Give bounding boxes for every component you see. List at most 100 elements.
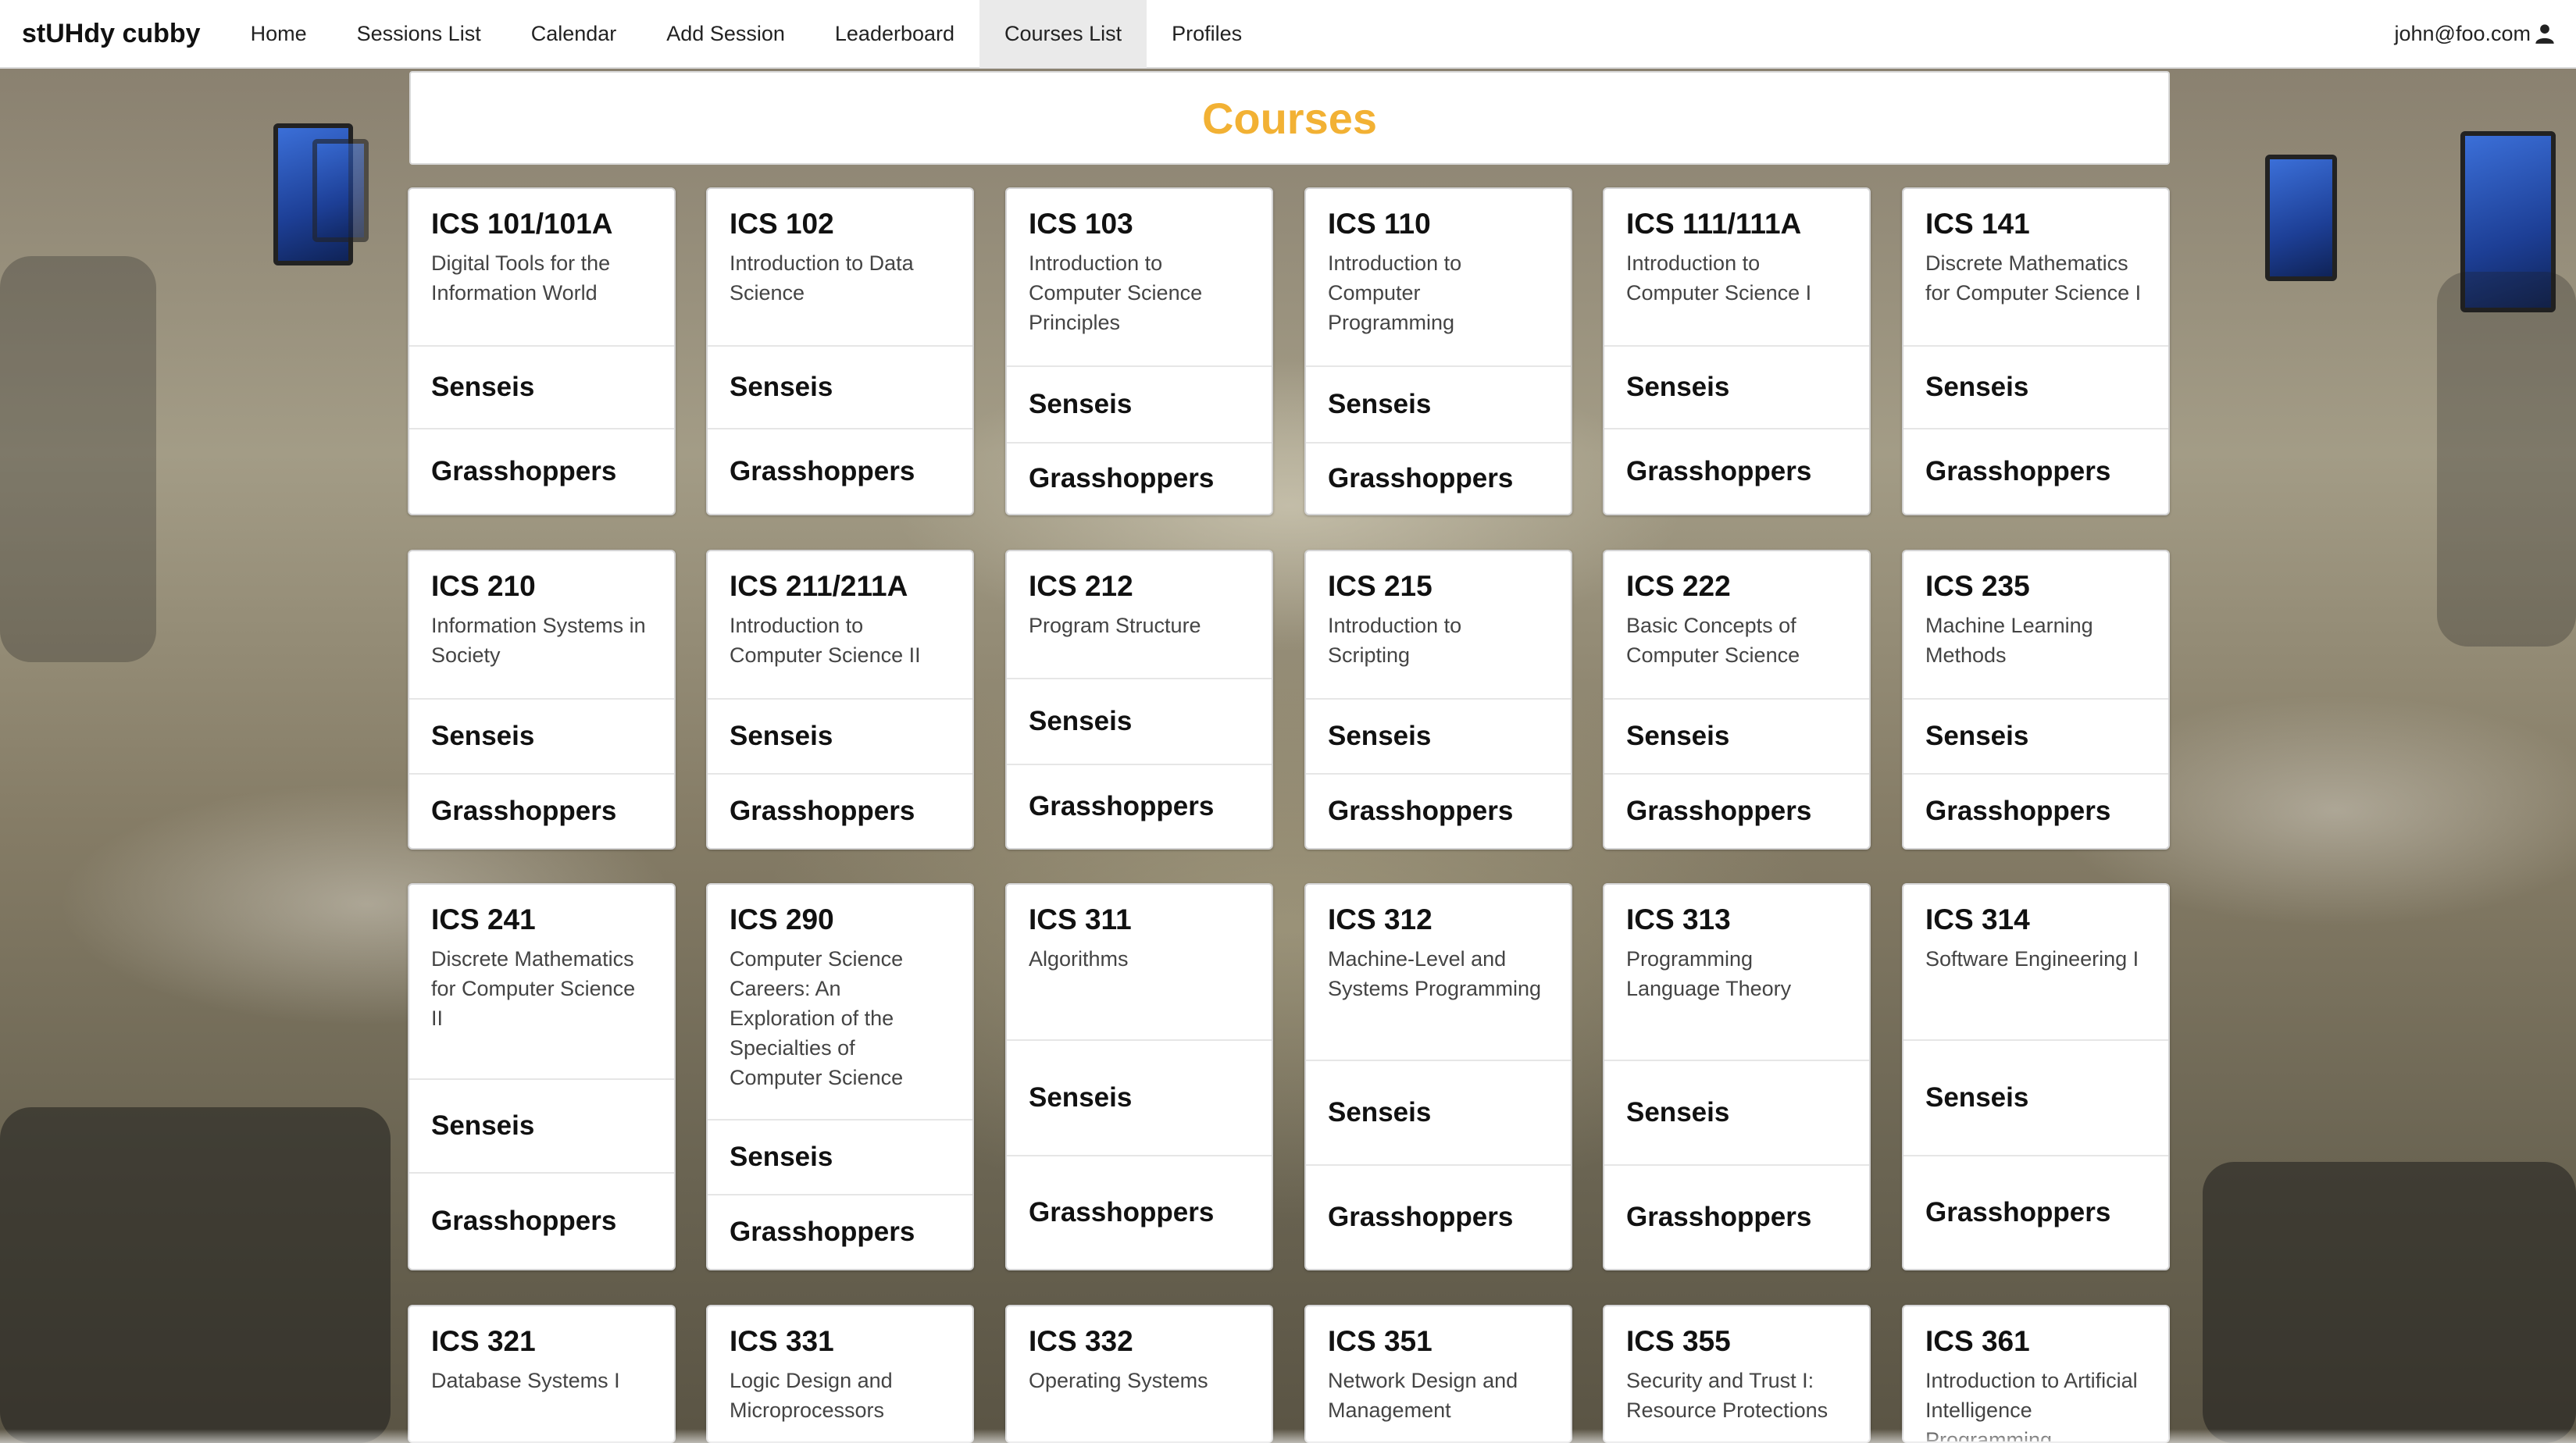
senseis-label: Senseis [1604,700,1869,775]
course-code: ICS 355 [1626,1325,1731,1357]
course-card[interactable]: ICS 361 Introduction to Artificial Intel… [1902,1305,2170,1443]
course-code: ICS 212 [1029,570,1133,602]
grasshoppers-label: Grasshoppers [1626,456,1812,486]
senseis-label: Senseis [1604,1061,1869,1166]
course-code: ICS 312 [1328,903,1432,935]
course-code: ICS 210 [431,570,536,602]
course-card[interactable]: ICS 210 Information Systems in Society S… [408,550,676,850]
course-name: Operating Systems [1029,1369,1208,1392]
course-name: Database Systems I [431,1369,620,1392]
grasshoppers-label: Grasshoppers [1626,796,1812,826]
user-icon [2535,24,2554,44]
course-code: ICS 103 [1029,208,1133,240]
top-navbar: stUHdy cubby Home Sessions List Calendar… [0,0,2576,69]
senseis-label: Senseis [409,1080,674,1174]
course-name: Machine Learning Methods [1925,614,2093,667]
course-card[interactable]: ICS 103 Introduction to Computer Science… [1005,187,1273,515]
course-code: ICS 290 [730,903,834,935]
senseis-label: Senseis [1903,1041,2168,1156]
user-email: john@foo.com [2394,21,2531,45]
course-card[interactable]: ICS 211/211A Introduction to Computer Sc… [706,550,974,850]
nav-home[interactable]: Home [226,0,332,68]
course-name: Computer Science Careers: An Exploration… [730,947,904,1089]
course-card[interactable]: ICS 351 Network Design and Management [1304,1305,1572,1443]
nav-profiles[interactable]: Profiles [1147,0,1267,68]
course-card[interactable]: ICS 111/111A Introduction to Computer Sc… [1603,187,1871,515]
course-code: ICS 102 [730,208,834,240]
senseis-label: Senseis [1007,367,1272,444]
grasshoppers-label: Grasshoppers [1328,463,1514,493]
course-name: Basic Concepts of Computer Science [1626,614,1800,667]
course-code: ICS 110 [1328,208,1431,240]
grasshoppers-label: Grasshoppers [1029,791,1215,821]
course-card[interactable]: ICS 215 Introduction to Scripting Sensei… [1304,550,1572,850]
grasshoppers-label: Grasshoppers [730,456,915,486]
grasshoppers-label: Grasshoppers [431,1206,617,1236]
course-code: ICS 332 [1029,1325,1133,1357]
brand-logo[interactable]: stUHdy cubby [22,19,201,49]
course-card[interactable]: ICS 141 Discrete Mathematics for Compute… [1902,187,2170,515]
classroom-background-image [0,69,2576,1443]
senseis-label: Senseis [708,347,972,429]
courses-header: Courses [409,71,2170,165]
course-card[interactable]: ICS 331 Logic Design and Microprocessors [706,1305,974,1443]
course-card[interactable]: ICS 222 Basic Concepts of Computer Scien… [1603,550,1871,850]
course-card[interactable]: ICS 312 Machine-Level and Systems Progra… [1304,883,1572,1270]
grasshoppers-label: Grasshoppers [1328,796,1514,826]
grasshoppers-label: Grasshoppers [730,1217,915,1247]
course-card[interactable]: ICS 101/101A Digital Tools for the Infor… [408,187,676,515]
nav-sessions-list[interactable]: Sessions List [332,0,506,68]
course-card[interactable]: ICS 102 Introduction to Data Science Sen… [706,187,974,515]
course-name: Introduction to Computer Science II [730,614,921,667]
course-code: ICS 215 [1328,570,1432,602]
course-card[interactable]: ICS 235 Machine Learning Methods Senseis… [1902,550,2170,850]
course-code: ICS 361 [1925,1325,2030,1357]
course-code: ICS 111/111A [1626,208,1802,240]
course-code: ICS 311 [1029,903,1132,935]
senseis-label: Senseis [409,700,674,775]
grasshoppers-label: Grasshoppers [730,796,915,826]
course-card[interactable]: ICS 212 Program Structure Senseis Grassh… [1005,550,1273,850]
course-name: Program Structure [1029,614,1201,637]
grasshoppers-label: Grasshoppers [431,796,617,826]
nav-leaderboard[interactable]: Leaderboard [810,0,979,68]
course-card[interactable]: ICS 290 Computer Science Careers: An Exp… [706,883,974,1270]
course-name: Introduction to Computer Programming [1328,251,1462,334]
course-code: ICS 241 [431,903,536,935]
course-code: ICS 331 [730,1325,834,1357]
nav-calendar[interactable]: Calendar [506,0,642,68]
senseis-label: Senseis [1306,700,1571,775]
course-code: ICS 235 [1925,570,2030,602]
senseis-label: Senseis [1903,700,2168,775]
course-name: Introduction to Computer Science Princip… [1029,251,1203,334]
course-card[interactable]: ICS 313 Programming Language Theory Sens… [1603,883,1871,1270]
course-code: ICS 222 [1626,570,1731,602]
senseis-label: Senseis [1604,347,1869,429]
course-card[interactable]: ICS 311 Algorithms Senseis Grasshoppers [1005,883,1273,1270]
senseis-label: Senseis [1007,1041,1272,1156]
course-name: Security and Trust I: Resource Protectio… [1626,1369,1829,1422]
grasshoppers-label: Grasshoppers [1029,463,1215,493]
scroll-fade [0,1429,2576,1443]
user-menu[interactable]: john@foo.com [2395,22,2556,46]
course-card[interactable]: ICS 110 Introduction to Computer Program… [1304,187,1572,515]
course-card[interactable]: ICS 241 Discrete Mathematics for Compute… [408,883,676,1270]
senseis-label: Senseis [1306,1061,1571,1166]
nav-courses-list[interactable]: Courses List [979,0,1147,68]
course-name: Programming Language Theory [1626,947,1792,1000]
course-name: Network Design and Management [1328,1369,1518,1422]
course-card[interactable]: ICS 314 Software Engineering I Senseis G… [1902,883,2170,1270]
course-card[interactable]: ICS 355 Security and Trust I: Resource P… [1603,1305,1871,1443]
course-name: Introduction to Data Science [730,251,914,305]
grasshoppers-label: Grasshoppers [431,456,617,486]
course-card[interactable]: ICS 332 Operating Systems [1005,1305,1273,1443]
grasshoppers-label: Grasshoppers [1925,1197,2111,1227]
course-card[interactable]: ICS 321 Database Systems I [408,1305,676,1443]
senseis-label: Senseis [1903,347,2168,429]
course-code: ICS 313 [1626,903,1731,935]
course-name: Information Systems in Society [431,614,646,667]
grasshoppers-label: Grasshoppers [1328,1202,1514,1232]
senseis-label: Senseis [708,700,972,775]
nav-add-session[interactable]: Add Session [641,0,810,68]
course-code: ICS 211/211A [730,570,908,602]
